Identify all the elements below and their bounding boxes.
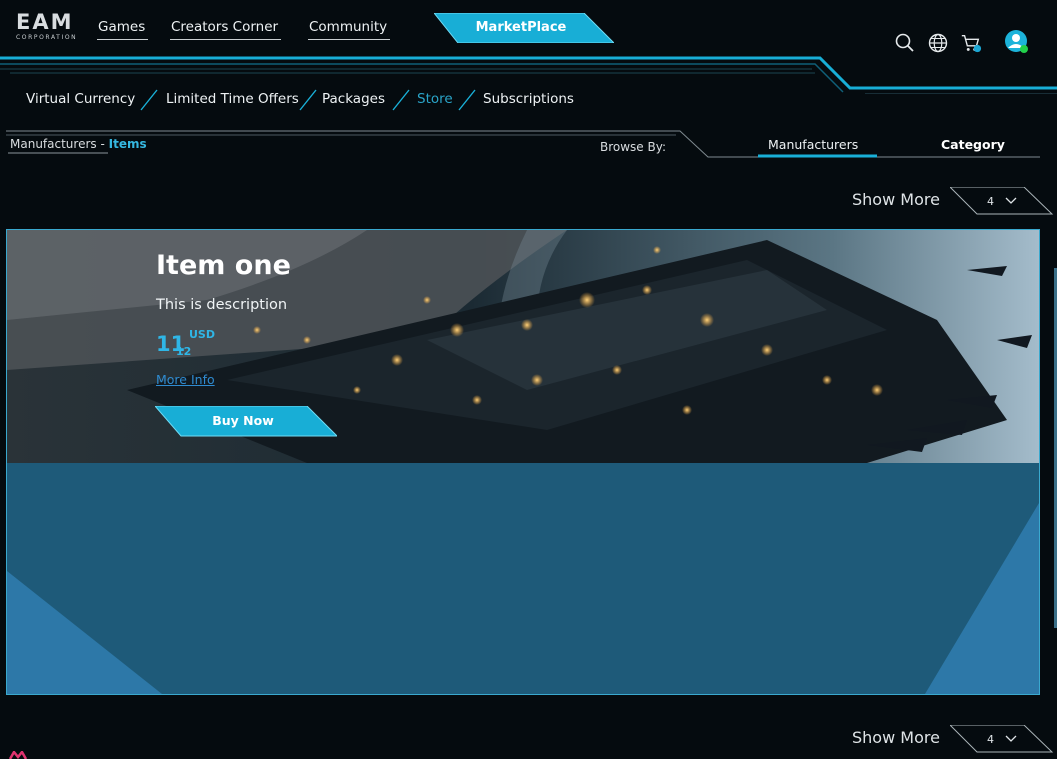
chevron-down-icon	[1005, 197, 1017, 204]
logo[interactable]: EAM CORPORATION	[16, 12, 86, 44]
logo-wordmark: EAM	[16, 10, 74, 34]
price-currency: USD	[189, 328, 215, 341]
chevron-down-icon	[1005, 735, 1017, 742]
nav-games[interactable]: Games	[96, 19, 149, 40]
browse-by-label: Browse By:	[600, 140, 667, 154]
browse-row-lines	[6, 130, 1040, 158]
globe-icon[interactable]	[927, 32, 949, 54]
item-description: This is description	[156, 297, 288, 313]
item-title: Item one	[156, 250, 291, 281]
tab-category[interactable]: Category	[941, 137, 1005, 152]
marketplace-tab[interactable]: MarketPlace	[434, 20, 608, 35]
show-more-label-bottom: Show More	[852, 728, 940, 747]
page-size-select[interactable]	[950, 187, 1054, 215]
breadcrumb-current: Items	[108, 137, 147, 151]
tab-manufacturers[interactable]: Manufacturers	[768, 137, 858, 152]
page-size-value-bottom: 4	[987, 733, 994, 746]
page-size-value: 4	[987, 195, 994, 208]
buy-now-button[interactable]: Buy Now	[155, 413, 331, 428]
manufacturer-logo-icon	[8, 751, 28, 759]
card-decoration	[7, 503, 1039, 694]
breadcrumb-separator: -	[96, 137, 109, 151]
user-avatar-icon[interactable]	[1004, 29, 1030, 55]
page-size-select-bottom[interactable]	[950, 725, 1054, 753]
more-info-link[interactable]: More Info	[156, 372, 215, 387]
online-status-icon	[1020, 45, 1028, 53]
show-more-label: Show More	[852, 190, 940, 209]
breadcrumb: Manufacturers - Items	[10, 137, 147, 151]
nav-community[interactable]: Community	[307, 19, 391, 40]
cart-icon[interactable]	[960, 32, 982, 54]
breadcrumb-manufacturers[interactable]: Manufacturers	[10, 137, 97, 151]
cart-badge-icon	[973, 44, 982, 53]
nav-creators-corner[interactable]: Creators Corner	[169, 19, 282, 40]
price-decimal: 12	[176, 345, 192, 358]
search-icon[interactable]	[894, 32, 916, 54]
subnav-separators	[140, 89, 476, 111]
logo-subtitle: CORPORATION	[16, 34, 78, 41]
